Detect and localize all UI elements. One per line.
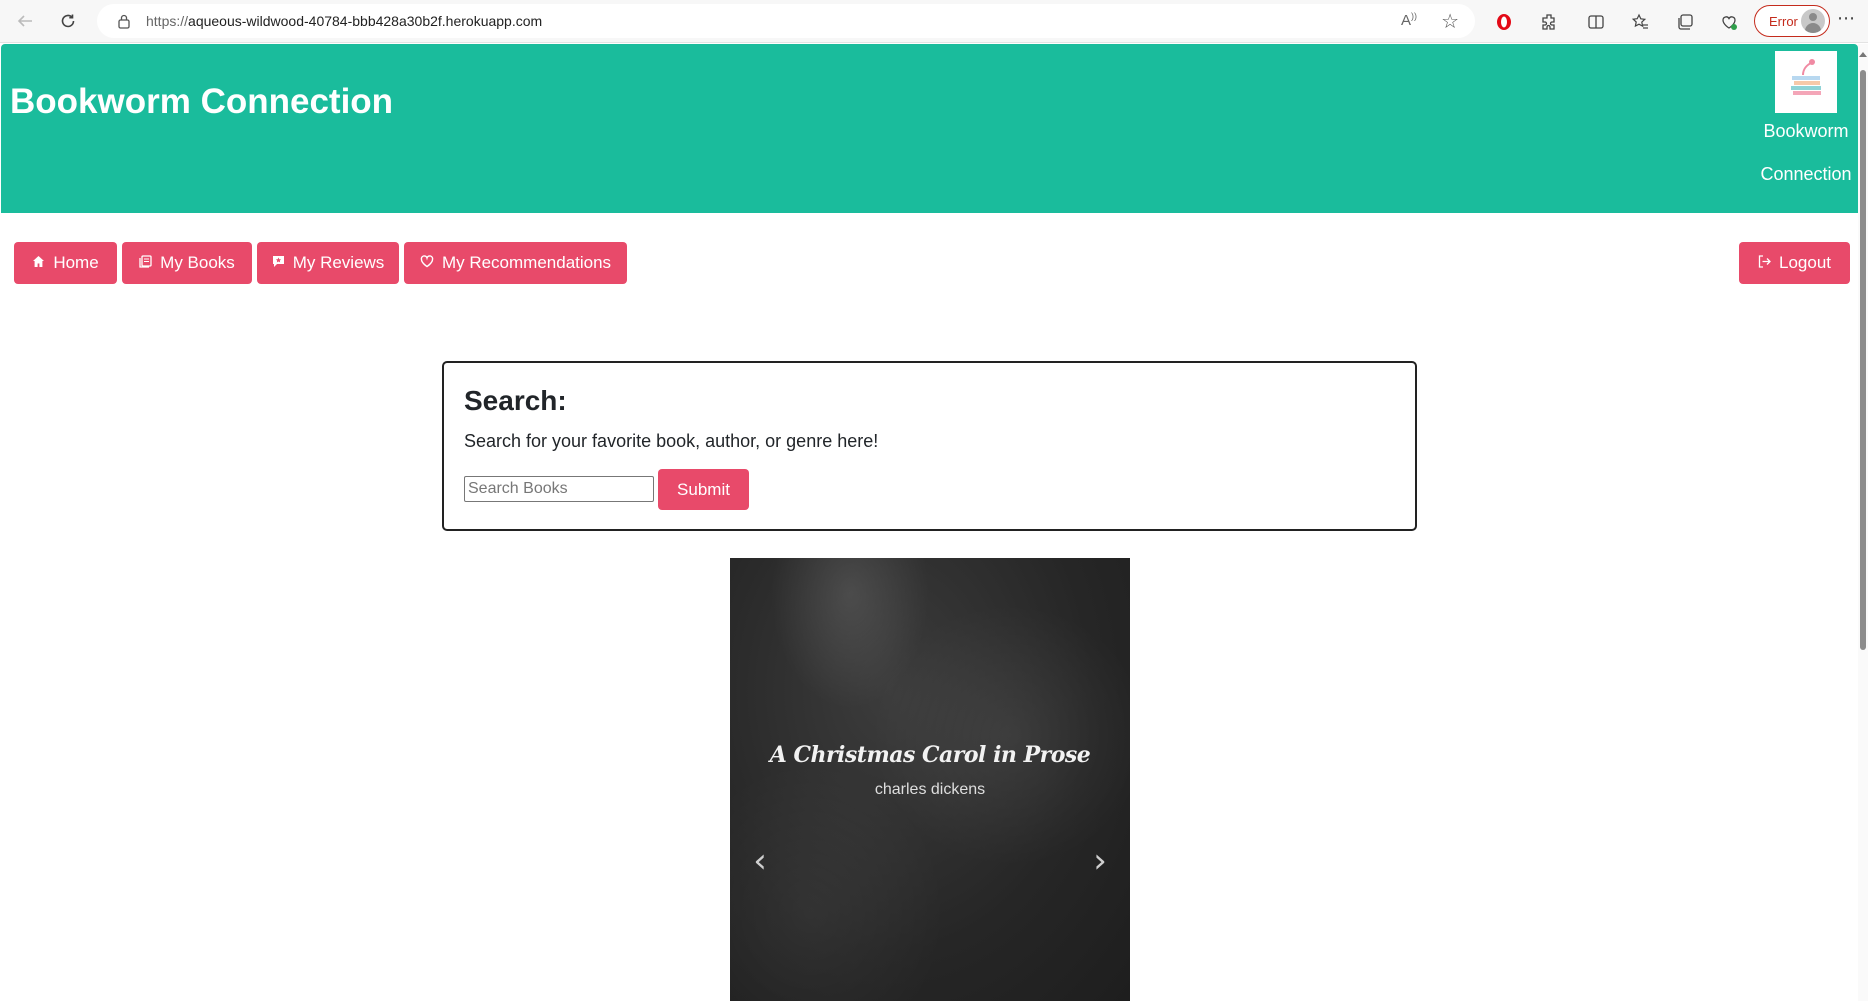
submit-button[interactable]: Submit: [658, 469, 749, 510]
logout-button[interactable]: Logout: [1739, 242, 1850, 284]
my-books-button[interactable]: My Books: [122, 242, 252, 284]
review-icon: [272, 255, 285, 271]
search-input[interactable]: [464, 476, 654, 502]
books-icon: [139, 255, 152, 271]
collections-icon[interactable]: [1671, 8, 1699, 36]
home-label: Home: [53, 253, 99, 272]
my-reviews-button[interactable]: My Reviews: [257, 242, 399, 284]
search-card: Search: Search for your favorite book, a…: [442, 361, 1417, 531]
opera-icon[interactable]: [1490, 8, 1518, 36]
profile-avatar-icon: [1801, 9, 1825, 33]
my-reviews-label: My Reviews: [292, 253, 385, 272]
extensions-icon[interactable]: [1535, 8, 1563, 36]
profile-error-button[interactable]: Error: [1754, 5, 1830, 37]
logout-icon: [1758, 255, 1771, 271]
logo-label: Connection: [1760, 164, 1852, 184]
my-recommendations-label: My Recommendations: [441, 253, 612, 272]
error-label: Error: [1769, 14, 1798, 29]
my-books-label: My Books: [160, 253, 235, 272]
page-viewport: Bookworm Connection Bookworm Connection …: [0, 44, 1868, 1001]
home-icon: [32, 255, 45, 271]
heart-icon: [420, 255, 434, 271]
search-description: Search for your favorite book, author, o…: [464, 431, 879, 451]
book-carousel: A Christmas Carol in Prose charles dicke…: [730, 558, 1130, 1001]
logout-label: Logout: [1779, 253, 1831, 272]
reload-icon[interactable]: [53, 6, 83, 36]
book-cover-image[interactable]: [730, 558, 1130, 1001]
logo: [1775, 51, 1837, 113]
performance-icon[interactable]: [1715, 8, 1743, 36]
read-aloud-icon[interactable]: A)): [1401, 11, 1417, 29]
book-cover-title: A Christmas Carol in Prose: [769, 742, 1091, 768]
favorite-star-icon[interactable]: ☆: [1441, 9, 1459, 34]
carousel-prev-icon[interactable]: ‹: [745, 841, 775, 881]
site-title: Bookworm Connection: [10, 82, 394, 121]
carousel-next-icon[interactable]: ›: [1085, 841, 1115, 881]
bookworm-logo-icon: [1791, 59, 1821, 95]
favorites-icon[interactable]: [1626, 8, 1654, 36]
home-button[interactable]: Home: [14, 242, 117, 284]
logo-label: Bookworm: [1763, 121, 1849, 141]
search-heading: Search:: [464, 385, 567, 416]
my-recommendations-button[interactable]: My Recommendations: [404, 242, 627, 284]
address-bar[interactable]: https://aqueous-wildwood-40784-bbb428a30…: [97, 4, 1475, 38]
split-screen-icon[interactable]: [1582, 8, 1610, 36]
back-icon[interactable]: [10, 6, 40, 36]
site-header: Bookworm Connection Bookworm Connection: [1, 44, 1858, 213]
more-icon[interactable]: ⋯: [1837, 8, 1855, 29]
url-text: https://aqueous-wildwood-40784-bbb428a30…: [146, 13, 543, 29]
page-scrollbar[interactable]: [1858, 44, 1868, 1001]
browser-toolbar: https://aqueous-wildwood-40784-bbb428a30…: [0, 0, 1868, 43]
book-cover-author: charles dickens: [874, 781, 986, 798]
scrollbar-thumb[interactable]: [1860, 70, 1866, 650]
scroll-up-icon[interactable]: [1859, 52, 1867, 57]
lock-icon[interactable]: [117, 13, 131, 29]
